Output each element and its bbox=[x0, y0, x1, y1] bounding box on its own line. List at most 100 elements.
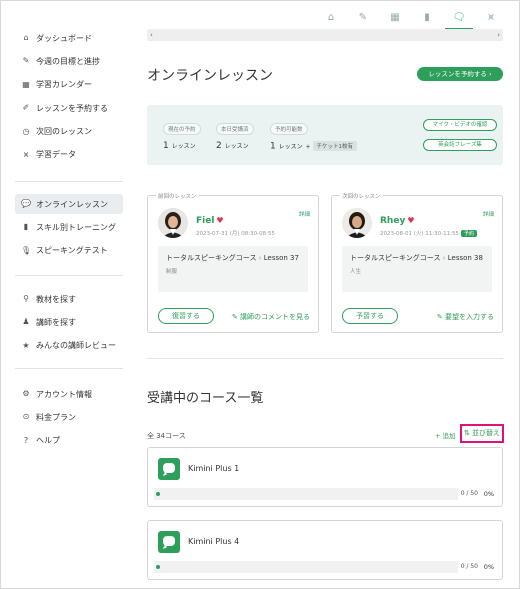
sidebar-group-lessons: 💬 オンラインレッスン ▮ スキル別トレーニング 🎙 スピーキングテスト bbox=[15, 194, 123, 264]
sidebar-item-help[interactable]: ? ヘルプ bbox=[15, 431, 123, 451]
horizontal-scrollbar[interactable]: ‹ › bbox=[147, 29, 503, 41]
reserve-lesson-button[interactable]: レッスンを予約する › bbox=[417, 67, 503, 81]
home-icon[interactable]: ⌂ bbox=[315, 7, 347, 29]
course-name: トータルスピーキングコース bbox=[166, 254, 257, 262]
gear-icon: ⚙ bbox=[22, 389, 30, 398]
lesson-number: Lesson 38 bbox=[447, 254, 483, 262]
sidebar-item-label: 料金プラン bbox=[36, 412, 76, 422]
sidebar-item-find-materials[interactable]: ⚲ 教材を探す bbox=[15, 289, 123, 309]
search-icon: ⚲ bbox=[23, 294, 29, 303]
user-search-icon: ♟ bbox=[22, 317, 30, 327]
sidebar-item-label: 今週の目標と進捗 bbox=[36, 56, 100, 66]
sidebar-item-label: 次回のレッスン bbox=[36, 127, 92, 137]
mic-icon: 🎙 bbox=[21, 245, 32, 255]
scroll-right-icon[interactable]: › bbox=[497, 29, 500, 41]
stat-unit: レッスン bbox=[224, 143, 249, 150]
sidebar-item-reserve[interactable]: ✐ レッスンを予約する bbox=[15, 98, 123, 118]
scroll-left-icon[interactable]: ‹ bbox=[150, 29, 153, 41]
sidebar-item-speaking-test[interactable]: 🎙 スピーキングテスト bbox=[15, 241, 123, 261]
chart-icon: ⩙ bbox=[23, 149, 29, 159]
chat-icon[interactable]: 🗨 bbox=[443, 7, 475, 30]
sidebar-divider bbox=[15, 368, 123, 369]
progress-indicator bbox=[156, 565, 160, 569]
lesson-topic: 人生 bbox=[350, 269, 362, 275]
stat-value: 1 bbox=[163, 141, 169, 151]
stat-label: 本日受講済 bbox=[216, 123, 254, 135]
sidebar-item-label: 学習カレンダー bbox=[36, 80, 92, 90]
sidebar-item-study-data[interactable]: ⩙ 学習データ bbox=[15, 145, 123, 165]
sidebar-group-search: ⚲ 教材を探す ♟ 講師を探す ★ みんなの講師レビュー bbox=[15, 289, 123, 359]
view-comment-link[interactable]: ✎ 講師のコメントを見る bbox=[232, 312, 310, 322]
course-card[interactable]: Kimini Plus 1 0 / 50 0% bbox=[147, 447, 503, 507]
edit-icon: ✐ bbox=[22, 103, 30, 113]
book-icon[interactable]: ▮ bbox=[411, 7, 443, 29]
sidebar-item-label: 教材を探す bbox=[36, 294, 76, 304]
stats-panel: 現在の予約 1 レッスン 本日受講済 2 レッスン 予約可能数 1 レッスン +… bbox=[147, 105, 503, 165]
calendar-icon: ▦ bbox=[22, 79, 30, 89]
sidebar-item-calendar[interactable]: ▦ 学習カレンダー bbox=[15, 75, 123, 95]
avatar[interactable] bbox=[342, 208, 372, 238]
course-info: トータルスピーキングコース › Lesson 38 人生 bbox=[342, 246, 492, 292]
review-button[interactable]: 復習する bbox=[158, 308, 214, 324]
sidebar-item-label: ヘルプ bbox=[36, 436, 60, 446]
lesson-number: Lesson 37 bbox=[263, 254, 299, 262]
sidebar-item-pricing[interactable]: ⊙ 料金プラン bbox=[15, 407, 123, 427]
stat-unit: レッスン bbox=[171, 143, 196, 150]
previous-lesson-card: 前回のレッスン Fiel ♥ 2023-07-31 (月) 08:30-08:55… bbox=[147, 192, 319, 333]
sidebar-item-label: 講師を探す bbox=[36, 317, 76, 327]
progress-percent: 0% bbox=[483, 563, 494, 571]
tutor-name[interactable]: Fiel bbox=[196, 216, 214, 226]
sidebar-item-skill-training[interactable]: ▮ スキル別トレーニング bbox=[15, 217, 123, 237]
app-frame: ⌂ ダッシュボード ✎ 今週の目標と進捗 ▦ 学習カレンダー ✐ レッスンを予約する ◷… bbox=[0, 0, 520, 589]
sidebar-item-account[interactable]: ⚙ アカウント情報 bbox=[15, 384, 123, 404]
stat-unit: レッスン bbox=[278, 143, 303, 151]
stat-available: 予約可能数 1 レッスン + チケット1枚有 bbox=[270, 123, 358, 152]
sidebar-item-dashboard[interactable]: ⌂ ダッシュボード bbox=[15, 28, 123, 48]
sidebar-divider bbox=[15, 181, 123, 182]
clock-icon: ◷ bbox=[22, 126, 30, 136]
sidebar-item-goals[interactable]: ✎ 今週の目標と進捗 bbox=[15, 51, 123, 71]
course-count: 全 34コース bbox=[147, 432, 186, 440]
sidebar-item-next-lesson[interactable]: ◷ 次回のレッスン bbox=[15, 122, 123, 142]
yen-icon: ⊙ bbox=[22, 412, 30, 422]
progress-bar bbox=[154, 561, 458, 573]
progress-percent: 0% bbox=[483, 490, 494, 498]
chart-icon[interactable]: ⩙ bbox=[475, 7, 507, 29]
progress-indicator bbox=[156, 492, 160, 496]
detail-link[interactable]: 詳細 bbox=[299, 210, 310, 218]
tutor-name[interactable]: Rhey bbox=[380, 216, 405, 226]
sidebar: ⌂ ダッシュボード ✎ 今週の目標と進捗 ▦ 学習カレンダー ✐ レッスンを予約する ◷… bbox=[1, 1, 131, 588]
sort-button[interactable]: ⇅ 並び替え bbox=[460, 424, 504, 443]
progress-count: 0 / 50 bbox=[460, 490, 478, 497]
heart-icon[interactable]: ♥ bbox=[216, 216, 223, 225]
help-icon: ? bbox=[23, 435, 29, 445]
mic-video-check-button[interactable]: マイク・ビデオの確認 bbox=[423, 119, 497, 131]
sidebar-item-find-tutors[interactable]: ♟ 講師を探す bbox=[15, 312, 123, 332]
course-card[interactable]: Kimini Plus 4 0 / 50 0% bbox=[147, 520, 503, 580]
add-course-link[interactable]: + 追加 bbox=[435, 430, 456, 440]
pencil-icon: ✎ bbox=[22, 56, 30, 66]
detail-link[interactable]: 詳細 bbox=[483, 210, 494, 218]
star-icon: ★ bbox=[22, 340, 30, 350]
lesson-datetime: 2023-08-01 (火) 11:30-11:55 bbox=[380, 231, 459, 237]
heart-icon[interactable]: ♥ bbox=[407, 216, 414, 225]
stat-value: 2 bbox=[216, 141, 222, 151]
course-card-name: Kimini Plus 4 bbox=[188, 537, 240, 546]
sidebar-item-label: 学習データ bbox=[36, 150, 76, 160]
chat-icon: 💬 bbox=[21, 199, 31, 208]
avatar[interactable] bbox=[158, 208, 188, 238]
sidebar-item-online-lesson[interactable]: 💬 オンラインレッスン bbox=[15, 194, 123, 214]
prepare-button[interactable]: 予習する bbox=[342, 308, 398, 324]
phrases-button[interactable]: 英会話フレーズ集 bbox=[423, 139, 497, 151]
course-info: トータルスピーキングコース › Lesson 37 制服 bbox=[158, 246, 308, 292]
chevron-right-icon: › bbox=[442, 254, 446, 262]
sidebar-item-reviews[interactable]: ★ みんなの講師レビュー bbox=[15, 336, 123, 356]
main-content: ⌂ ✎ ▦ ▮ 🗨 ⩙ ‹ › オンラインレッスン レッスンを予約する › 現在… bbox=[139, 1, 509, 588]
sidebar-item-label: アカウント情報 bbox=[36, 389, 92, 399]
pencil-icon[interactable]: ✎ bbox=[347, 7, 379, 29]
stat-label: 現在の予約 bbox=[163, 123, 201, 135]
lesson-datetime: 2023-07-31 (月) 08:30-08:55 bbox=[196, 231, 275, 237]
calendar-icon[interactable]: ▦ bbox=[379, 7, 411, 29]
section-divider bbox=[147, 358, 503, 359]
enter-request-link[interactable]: ✎ 要望を入力する bbox=[437, 312, 494, 322]
